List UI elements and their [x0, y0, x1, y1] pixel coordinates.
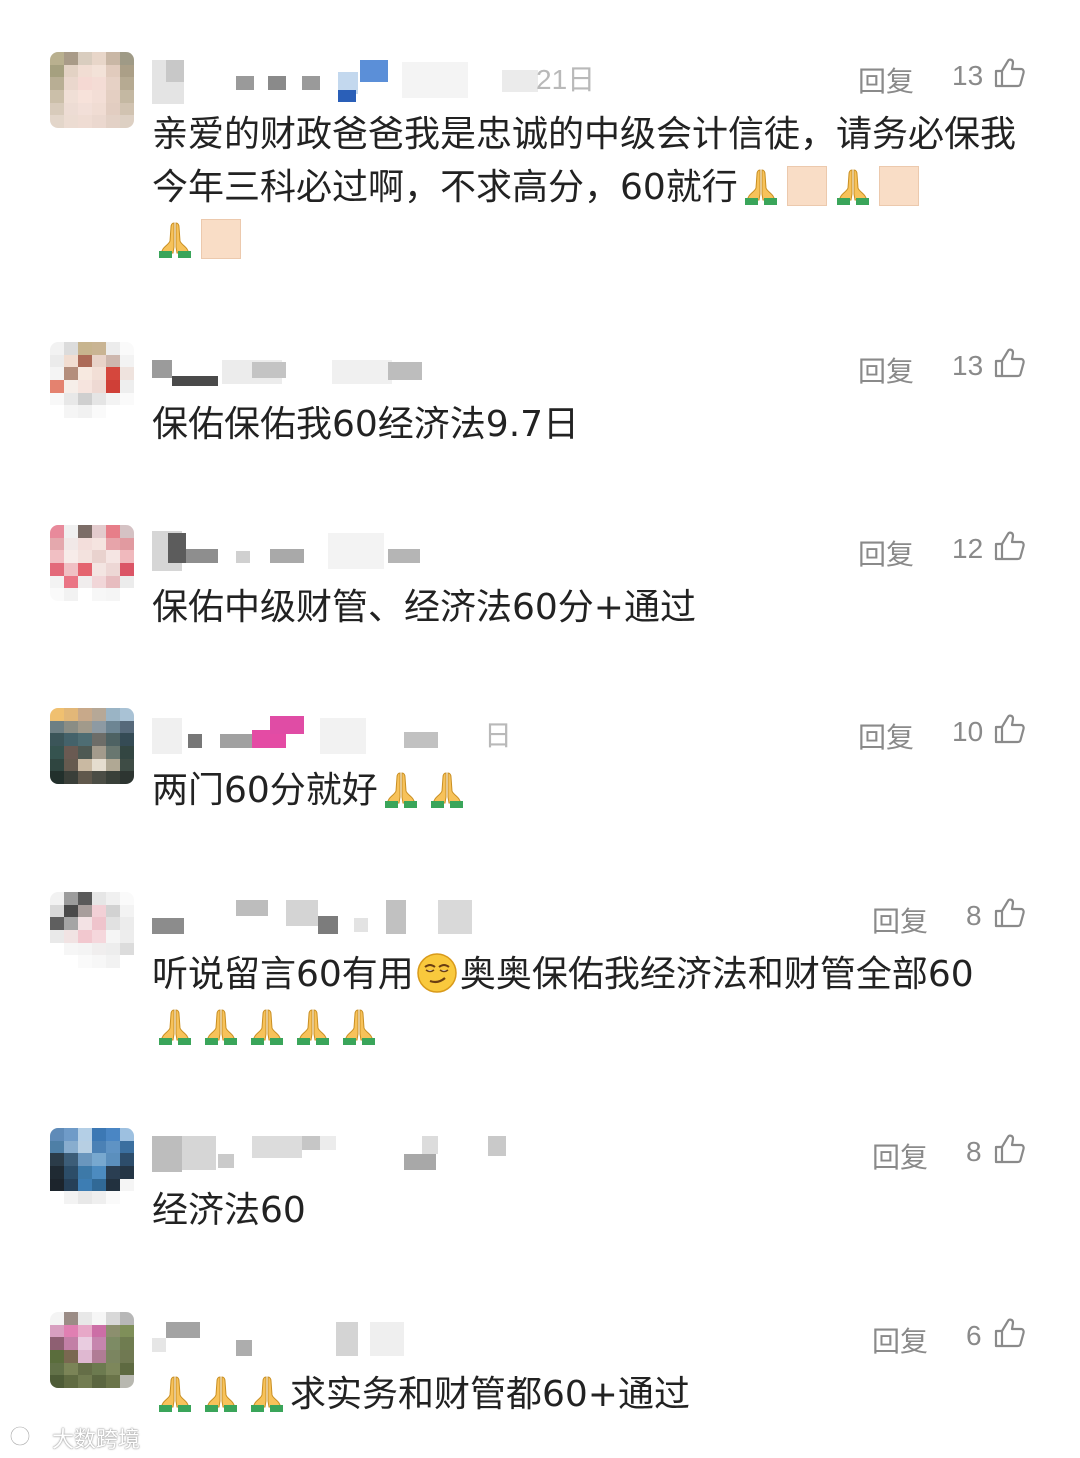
- comment-text-part: 听说留言60有用: [152, 954, 414, 995]
- comment-item: 21日 回复 13 亲爱的财政爸爸我是忠诚的中级会计信徒，请务必保我今年三科必过…: [0, 52, 1080, 302]
- comment-text: 听说留言60有用 奥奥保佑我经济法和财管全部60: [152, 948, 1032, 1054]
- thumbs-up-icon[interactable]: [992, 346, 1026, 380]
- reply-button[interactable]: 回复: [872, 1136, 928, 1176]
- username-blurred[interactable]: [152, 1316, 512, 1360]
- reply-button[interactable]: 回复: [872, 1320, 928, 1360]
- thumbs-up-icon[interactable]: [992, 1316, 1026, 1350]
- avatar[interactable]: [50, 1128, 134, 1204]
- folded-hands-emoji: [155, 1373, 195, 1413]
- comment-date: 21日: [536, 64, 596, 95]
- skin-tone-square: [878, 166, 919, 206]
- comment-item: 回复 13 保佑保佑我60经济法9.7日: [0, 342, 1080, 472]
- folded-hands-emoji: [741, 166, 781, 206]
- comment-item: 回复 6 求实务和财管都60+通过: [0, 1312, 1080, 1442]
- folded-hands-emoji: [833, 166, 873, 206]
- folded-hands-emoji: [155, 1006, 195, 1046]
- comment-text-part: 奥奥保佑我经济法和财管全部60: [459, 954, 974, 995]
- folded-hands-emoji: [155, 219, 195, 259]
- avatar[interactable]: [50, 525, 134, 601]
- comment-item: 回复 8 经济法60: [0, 1128, 1080, 1258]
- username-blurred[interactable]: [152, 896, 512, 940]
- reply-button[interactable]: 回复: [858, 716, 914, 756]
- like-count: 12: [952, 533, 984, 564]
- folded-hands-emoji: [201, 1373, 241, 1413]
- username-blurred[interactable]: [152, 1132, 512, 1176]
- comment-text-part: 求实务和财管都60+通过: [290, 1374, 690, 1415]
- folded-hands-emoji: [247, 1006, 287, 1046]
- thumbs-up-icon[interactable]: [992, 712, 1026, 746]
- thumbs-up-icon[interactable]: [992, 56, 1026, 90]
- smirking-face-emoji: [416, 952, 458, 994]
- comment-text: 亲爱的财政爸爸我是忠诚的中级会计信徒，请务必保我今年三科必过啊，不求高分，60就…: [152, 108, 1032, 267]
- folded-hands-emoji: [293, 1006, 333, 1046]
- username-blurred[interactable]: [152, 712, 512, 756]
- avatar[interactable]: [50, 708, 134, 784]
- comment-item: 回复 12 保佑中级财管、经济法60分+通过: [0, 525, 1080, 655]
- like-count: 8: [966, 1136, 982, 1167]
- username-blurred[interactable]: [152, 56, 538, 104]
- comment-item: 回复 8 听说留言60有用 奥奥保佑我经济法和财管全部60: [0, 892, 1080, 1072]
- folded-hands-emoji: [381, 769, 421, 809]
- reply-button[interactable]: 回复: [858, 350, 914, 390]
- like-count: 10: [952, 716, 984, 747]
- skin-tone-square: [201, 219, 241, 259]
- avatar[interactable]: [50, 1312, 134, 1388]
- comment-text: 保佑中级财管、经济法60分+通过: [152, 581, 1032, 634]
- comment-text: 经济法60: [152, 1184, 1032, 1237]
- thumbs-up-icon[interactable]: [992, 896, 1026, 930]
- comment-text-part: 经济法60: [152, 1190, 306, 1231]
- comment-text-part: 两门60分就好: [152, 770, 378, 811]
- reply-button[interactable]: 回复: [858, 533, 914, 573]
- watermark-logo-icon: [9, 1424, 40, 1447]
- like-count: 8: [966, 900, 982, 931]
- comment-text: 保佑保佑我60经济法9.7日: [152, 398, 1032, 451]
- like-count: 13: [952, 60, 984, 91]
- folded-hands-emoji: [201, 1006, 241, 1046]
- folded-hands-emoji: [427, 769, 467, 809]
- thumbs-up-icon[interactable]: [992, 529, 1026, 563]
- username-blurred[interactable]: [152, 529, 512, 573]
- comment-item: 日 回复 10 两门60分就好: [0, 708, 1080, 838]
- folded-hands-emoji: [247, 1373, 287, 1413]
- folded-hands-emoji: [339, 1006, 379, 1046]
- comment-date: 日: [484, 720, 513, 751]
- watermark-text: 大数跨境: [52, 1428, 141, 1453]
- like-count: 13: [952, 350, 984, 381]
- thumbs-up-icon[interactable]: [992, 1132, 1026, 1166]
- avatar[interactable]: [50, 892, 134, 968]
- avatar[interactable]: [50, 342, 134, 418]
- reply-button[interactable]: 回复: [872, 900, 928, 940]
- comment-text-part: 保佑保佑我60经济法9.7日: [152, 404, 580, 445]
- comment-text-part: 保佑中级财管、经济法60分+通过: [152, 587, 696, 628]
- avatar[interactable]: [50, 52, 134, 128]
- username-blurred[interactable]: [152, 346, 512, 390]
- comment-text: 求实务和财管都60+通过: [152, 1368, 1032, 1421]
- reply-button[interactable]: 回复: [858, 60, 914, 100]
- skin-tone-square: [786, 166, 827, 206]
- like-count: 6: [966, 1320, 982, 1351]
- comment-text: 两门60分就好: [152, 764, 1032, 817]
